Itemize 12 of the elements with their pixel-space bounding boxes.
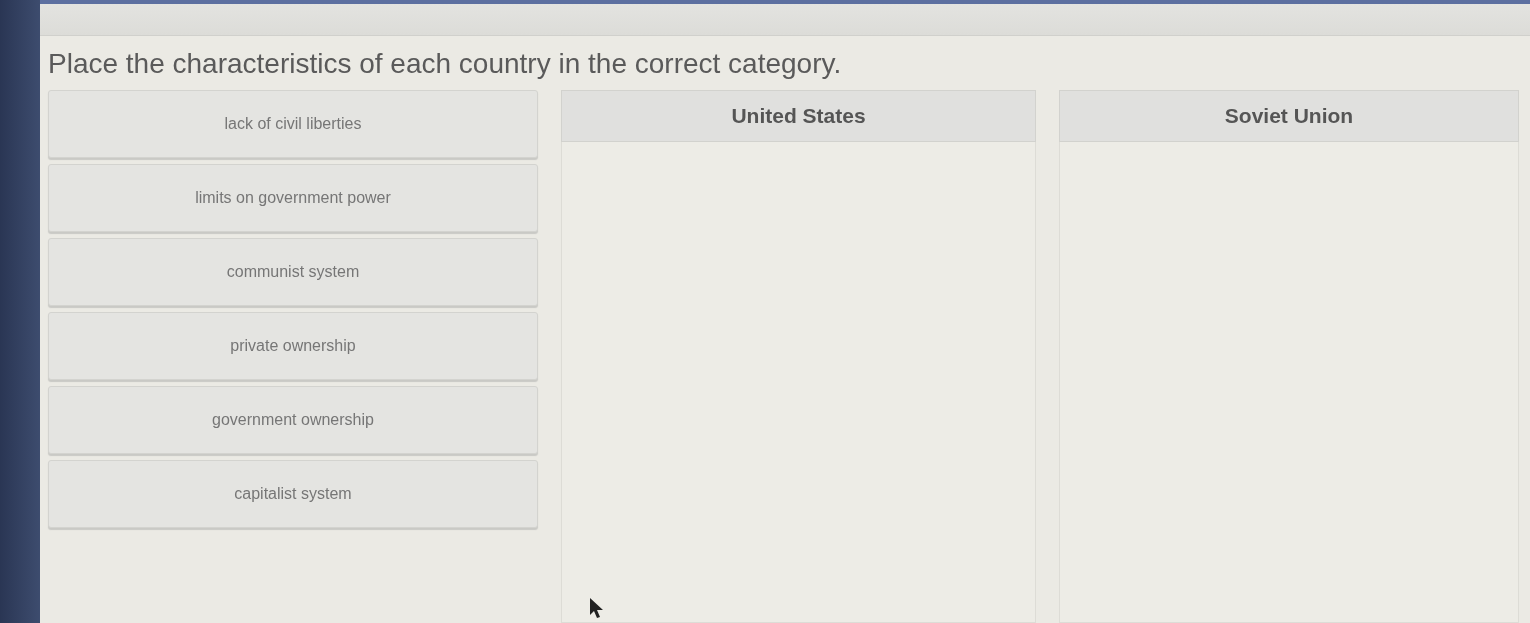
draggable-tile[interactable]: lack of civil liberties xyxy=(48,90,538,158)
draggable-tile[interactable]: private ownership xyxy=(48,312,538,380)
draggable-tile[interactable]: limits on government power xyxy=(48,164,538,232)
draggable-tile[interactable]: communist system xyxy=(48,238,538,306)
instruction-text: Place the characteristics of each country in the correct category. xyxy=(48,47,843,81)
drop-zone[interactable] xyxy=(1059,142,1519,623)
mouse-pointer-icon xyxy=(590,598,604,618)
category-header: United States xyxy=(561,90,1036,142)
draggable-tile[interactable]: government ownership xyxy=(48,386,538,454)
draggable-tile[interactable]: capitalist system xyxy=(48,460,538,528)
category-header: Soviet Union xyxy=(1059,90,1519,142)
drop-zone[interactable] xyxy=(561,142,1036,623)
